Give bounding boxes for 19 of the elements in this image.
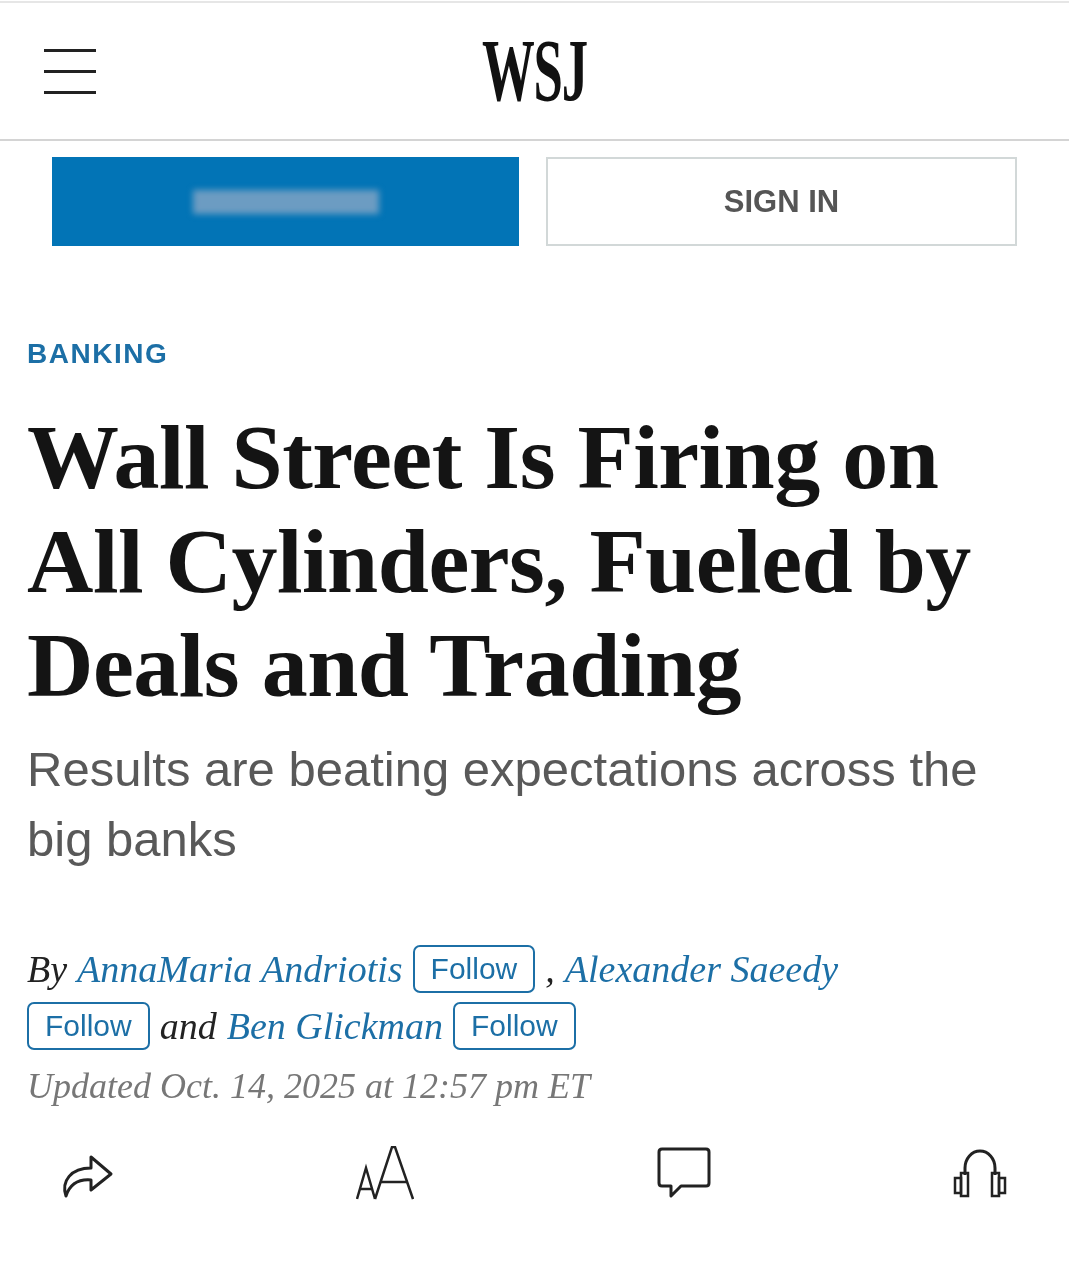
- byline-text: ,: [545, 947, 555, 992]
- author-link[interactable]: Alexander Saeedy: [564, 945, 839, 993]
- headphones-icon[interactable]: [953, 1148, 1007, 1198]
- author-link[interactable]: Ben Glickman: [226, 1002, 443, 1050]
- byline-text: and: [159, 1004, 217, 1049]
- section-label[interactable]: BANKING: [27, 336, 169, 372]
- sign-in-button[interactable]: SIGN IN: [546, 157, 1017, 246]
- follow-button[interactable]: Follow: [453, 1002, 576, 1050]
- headline: Wall Street Is Firing on All Cylinders, Fueled by Deals and Trading: [27, 405, 972, 717]
- follow-button[interactable]: Follow: [412, 945, 536, 993]
- logo[interactable]: WSJ: [482, 27, 587, 115]
- comment-icon[interactable]: [656, 1147, 711, 1199]
- author-link[interactable]: AnnaMaria Andriotis: [77, 945, 403, 993]
- menu-icon[interactable]: [44, 48, 96, 94]
- timestamp: Updated Oct. 14, 2025 at 12:57 pm ET: [27, 1065, 593, 1108]
- follow-button[interactable]: Follow: [27, 1002, 150, 1050]
- subheadline: Results are beating expectations across the big banks: [27, 741, 979, 868]
- text-size-icon[interactable]: [356, 1146, 415, 1200]
- byline-text: By: [27, 947, 68, 992]
